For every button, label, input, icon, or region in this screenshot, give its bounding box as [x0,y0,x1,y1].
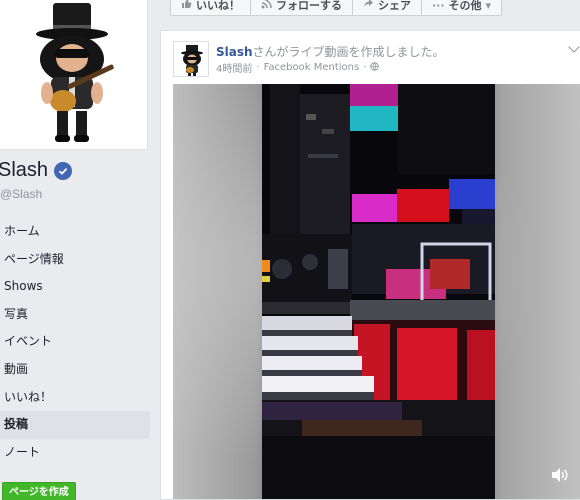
post-author-link[interactable]: Slash [216,45,253,59]
nav-item-home[interactable]: ホーム [0,218,150,246]
like-page-button[interactable]: いいね！ [171,0,251,15]
nav-item-likes[interactable]: いいね！ [0,384,150,412]
verified-badge-icon [54,161,73,180]
rss-icon [261,0,272,12]
left-column: Slash @Slash ホーム ページ情報 Shows 写真 イベント 動画 … [0,0,160,500]
profile-figure-image [36,3,114,142]
post-meta: 4時間前 · Facebook Mentions · [216,60,380,75]
post-headline: Slashさんがライブ動画を作成しました。 [216,43,445,60]
share-label: シェア [378,0,411,12]
meta-separator: · [256,62,260,73]
nav-item-posts[interactable]: 投稿 [0,411,150,439]
profile-picture[interactable] [0,0,148,150]
page-name-text[interactable]: Slash [0,159,48,182]
avatar-figure-image [181,45,203,76]
page-nav: ホーム ページ情報 Shows 写真 イベント 動画 いいね！ 投稿 ノート [0,218,150,466]
page-handle[interactable]: @Slash [0,187,42,201]
like-page-label: いいね！ [196,0,240,12]
follow-label: フォローする [276,0,342,12]
nav-item-shows[interactable]: Shows [0,273,150,301]
volume-icon[interactable] [551,467,569,487]
post-author-avatar[interactable] [173,41,209,77]
share-button[interactable]: シェア [353,0,422,15]
post-timestamp[interactable]: 4時間前 [216,60,252,75]
page-action-bar: いいね！ フォローする シェア ··· その他 ▾ [170,0,503,16]
post-options-chevron-icon[interactable] [568,41,580,53]
nav-item-notes[interactable]: ノート [0,439,150,467]
meta-separator-2: · [363,62,367,73]
post-action-text: さんがライブ動画を作成しました。 [252,45,445,59]
more-label: その他 [448,0,482,12]
page-title[interactable]: Slash [0,159,73,182]
create-page-button[interactable]: ページを作成 [2,482,76,500]
caret-down-icon: ▾ [485,0,492,12]
more-button[interactable]: ··· その他 ▾ [422,0,501,15]
globe-icon [370,61,380,74]
live-video-player[interactable] [173,84,580,499]
nav-item-about[interactable]: ページ情報 [0,246,150,274]
nav-item-videos[interactable]: 動画 [0,356,150,384]
video-frame [262,84,495,499]
nav-item-photos[interactable]: 写真 [0,301,150,329]
nav-item-events[interactable]: イベント [0,328,150,356]
share-arrow-icon [363,0,374,12]
stage-scene-image [262,84,495,499]
post-source-link[interactable]: Facebook Mentions [264,62,360,73]
post-card: Slashさんがライブ動画を作成しました。 4時間前 · Facebook Me… [160,30,580,500]
thumbs-up-icon [181,0,192,12]
more-dots-icon: ··· [432,0,445,12]
follow-button[interactable]: フォローする [251,0,353,15]
